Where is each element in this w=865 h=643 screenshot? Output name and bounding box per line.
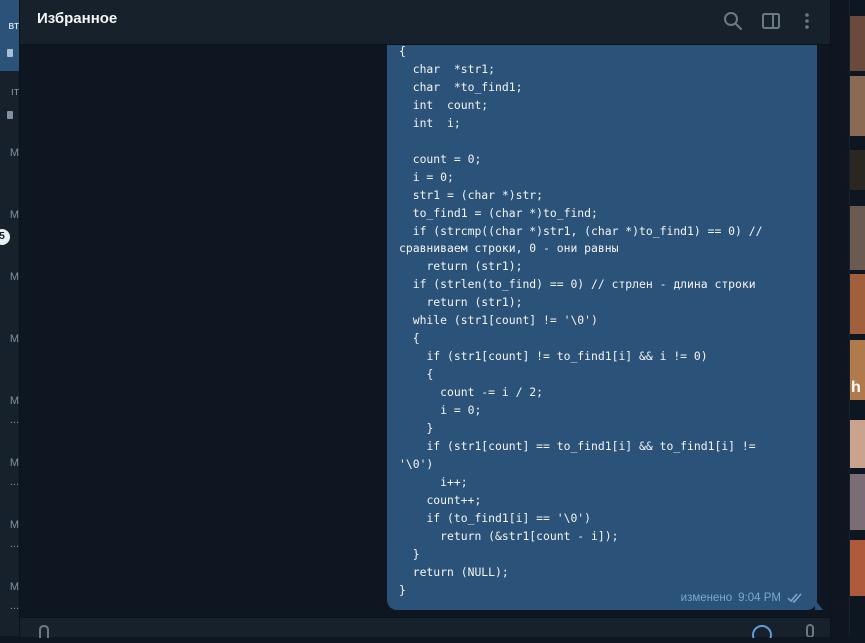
media-thumbnail[interactable] xyxy=(850,16,865,71)
pin-icon xyxy=(7,49,13,57)
chat-list-item-fragment[interactable]: M xyxy=(0,395,19,407)
chat-list-item-fragment: ... xyxy=(9,600,19,612)
unread-badge: 5 xyxy=(0,229,10,245)
chat-list-item-fragment: ... xyxy=(9,538,19,550)
media-thumbnail[interactable] xyxy=(850,150,865,190)
pin-icon xyxy=(7,111,13,119)
message-bubble[interactable]: { char *str1; char *to_find1; int count;… xyxy=(387,44,817,610)
more-vertical-icon[interactable] xyxy=(795,9,819,33)
chat-header: Избранное xyxy=(20,0,830,45)
edited-label: изменено xyxy=(680,592,733,604)
media-thumbnail[interactable] xyxy=(850,540,865,596)
chat-list-item-fragment: ıт xyxy=(10,86,19,98)
media-thumbnail[interactable] xyxy=(850,274,865,334)
media-thumbnail[interactable] xyxy=(850,206,865,270)
chat-list-item-fragment: ... xyxy=(9,476,19,488)
message-history[interactable]: { char *str1; char *to_find1; int count;… xyxy=(20,44,830,617)
sidebar-toggle-icon[interactable] xyxy=(759,9,783,33)
message-time: 9:04 PM xyxy=(738,592,781,604)
chat-list-item-fragment: ... xyxy=(9,414,19,426)
chat-list-item-fragment[interactable]: M xyxy=(0,581,19,593)
search-icon[interactable] xyxy=(721,9,745,33)
shared-media-panel: h xyxy=(830,0,865,636)
chat-list-item-fragment[interactable]: M xyxy=(0,333,19,345)
chat-list-item-fragment[interactable]: M xyxy=(0,271,19,283)
double-check-icon xyxy=(787,592,805,604)
media-thumbnail-letter: h xyxy=(851,379,861,396)
media-thumbnail[interactable] xyxy=(850,420,865,468)
chat-list-item-fragment[interactable]: M xyxy=(0,519,19,531)
chat-list-item-fragment: вт xyxy=(8,20,19,32)
message-code-text: { char *str1; char *to_find1; int count;… xyxy=(399,44,763,597)
chat-title: Избранное xyxy=(37,10,118,27)
chat-list-item-fragment[interactable]: M xyxy=(0,147,19,159)
media-thumbnail[interactable] xyxy=(850,474,865,530)
chat-list-item-active[interactable] xyxy=(0,0,19,71)
chat-list-panel: вт ıт M M 5 M M M ... M ... M ... M ... xyxy=(0,0,20,636)
message-input-bar xyxy=(20,617,830,643)
message-meta: изменено 9:04 PM xyxy=(681,592,805,604)
chat-list-item-fragment[interactable]: M xyxy=(0,457,19,469)
microphone-icon[interactable] xyxy=(800,623,820,638)
bubble-tail xyxy=(815,600,823,610)
chat-list-item-fragment[interactable]: M xyxy=(0,209,19,221)
media-thumbnail[interactable] xyxy=(850,76,865,136)
